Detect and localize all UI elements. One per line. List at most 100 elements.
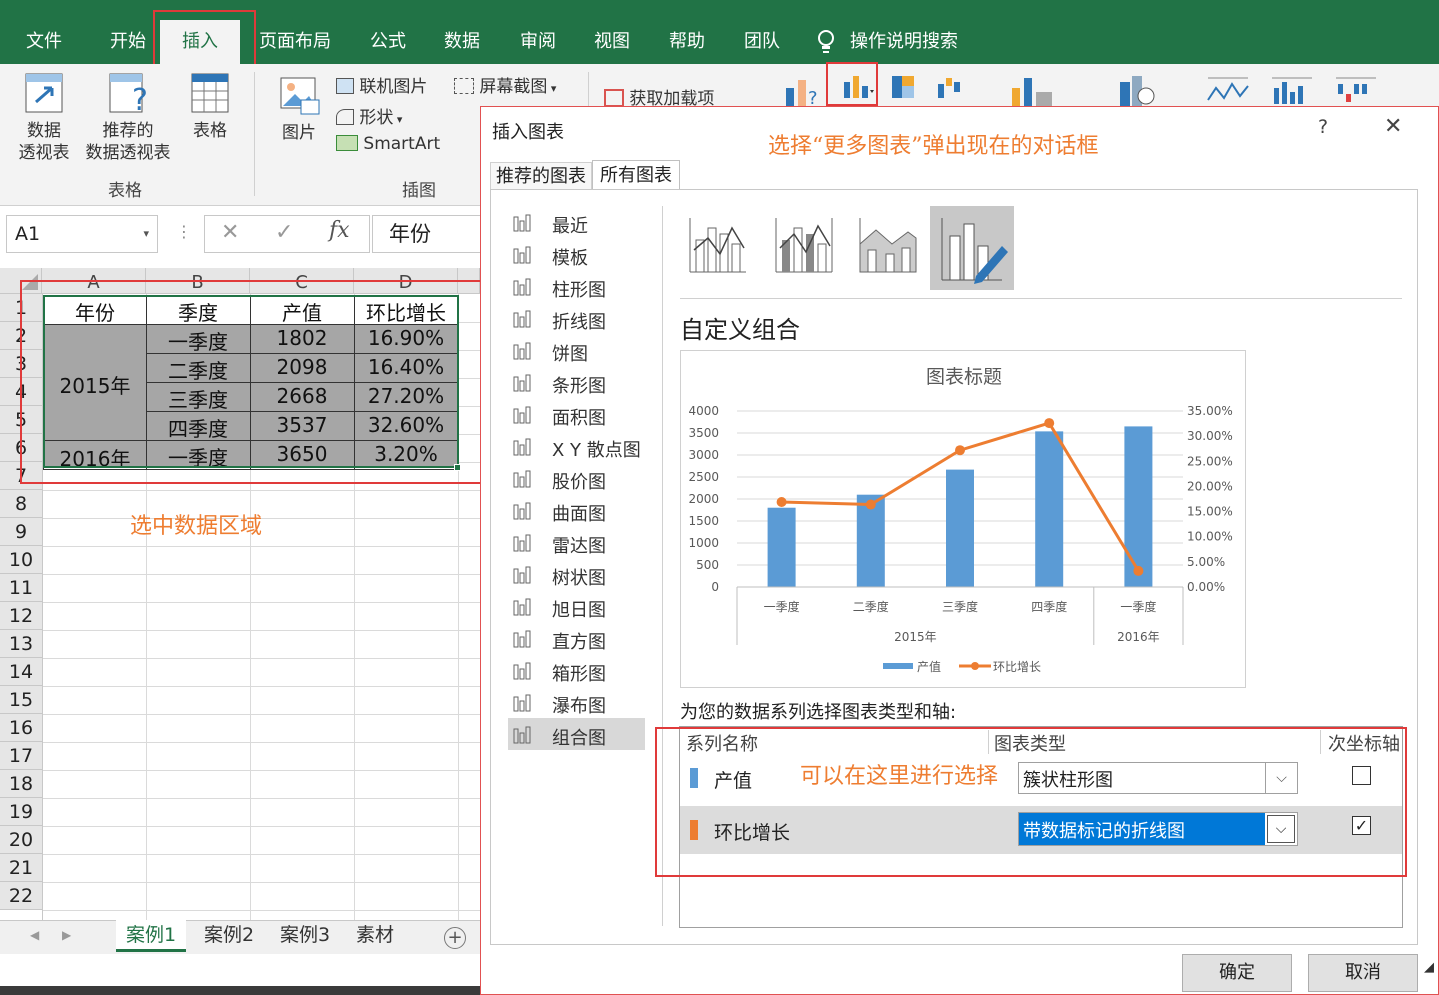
chart-category-sunburst[interactable]: 旭日图 — [552, 596, 606, 622]
ok-button[interactable]: 确定 — [1182, 954, 1292, 992]
combo-stacked-area-column-icon[interactable] — [856, 214, 920, 276]
cancel-button[interactable]: 取消 — [1308, 954, 1418, 992]
menu-formulas[interactable]: 公式 — [368, 27, 408, 57]
recommended-charts-icon[interactable]: ? — [784, 74, 824, 109]
formula-buttons: ✕ ✓ fx — [204, 215, 370, 253]
row-header[interactable]: 21 — [0, 854, 42, 882]
sparkline-winloss-icon[interactable] — [1334, 74, 1378, 106]
chart-category-pie[interactable]: 饼图 — [552, 340, 588, 366]
shapes-button[interactable]: 形状 ▾ — [336, 103, 402, 128]
menu-home[interactable]: 开始 — [106, 27, 150, 57]
hierarchy-chart-icon[interactable] — [890, 74, 926, 100]
tab-all-charts[interactable]: 所有图表 — [592, 160, 680, 190]
combo-custom-icon[interactable] — [930, 206, 1014, 290]
chart-title[interactable]: 图表标题 — [926, 366, 1002, 388]
tab-recommended-charts[interactable]: 推荐的图表 — [490, 162, 592, 190]
row-header[interactable]: 19 — [0, 798, 42, 826]
row-header[interactable]: 11 — [0, 574, 42, 602]
chart-category-recent[interactable]: 最近 — [552, 212, 588, 238]
menu-team[interactable]: 团队 — [742, 27, 782, 57]
smartart-button[interactable]: SmartArt — [336, 134, 440, 154]
table-button[interactable]: 表格 — [184, 72, 236, 142]
chart-category-combo[interactable]: 组合图 — [552, 724, 606, 750]
line-marker[interactable] — [1044, 418, 1055, 429]
chart-category-bar[interactable]: 条形图 — [552, 372, 606, 398]
row-header[interactable]: 18 — [0, 770, 42, 798]
recommended-pivot-button[interactable]: ? 推荐的 数据透视表 — [80, 72, 176, 164]
chart-category-column[interactable]: 柱形图 — [552, 276, 606, 302]
sheet-tab-active[interactable]: 案例1 — [116, 920, 186, 952]
chart-category-boxwhisker[interactable]: 箱形图 — [552, 660, 606, 686]
name-box[interactable]: A1 ▾ — [6, 215, 158, 253]
y2-tick-label: 25.00% — [1187, 454, 1233, 468]
menu-review[interactable]: 审阅 — [518, 27, 558, 57]
menu-view[interactable]: 视图 — [592, 27, 632, 57]
row-header[interactable]: 12 — [0, 602, 42, 630]
chart-category-surface[interactable]: 曲面图 — [552, 500, 606, 526]
add-sheet-icon[interactable]: + — [444, 927, 466, 949]
line-marker[interactable] — [865, 499, 876, 510]
bar-产值[interactable] — [767, 507, 796, 587]
line-marker[interactable] — [955, 445, 965, 456]
row-header[interactable]: 22 — [0, 882, 42, 910]
legend-label[interactable]: 环比增长 — [993, 660, 1041, 674]
line-marker[interactable] — [1133, 565, 1144, 576]
tell-me-search[interactable]: 操作说明搜索 — [848, 27, 960, 57]
combo-clustered-column-line-icon[interactable] — [686, 214, 750, 276]
sparkline-line-icon[interactable] — [1206, 74, 1250, 106]
row-header[interactable]: 13 — [0, 630, 42, 658]
row-header[interactable]: 10 — [0, 546, 42, 574]
picture-icon — [280, 77, 320, 115]
sparkline-column-icon[interactable] — [1270, 74, 1314, 106]
scroll-right-icon[interactable]: ▶ — [62, 928, 71, 942]
row-header[interactable]: 8 — [0, 490, 42, 518]
sheet-tab[interactable]: 素材 — [344, 920, 406, 952]
confirm-entry-icon[interactable]: ✓ — [275, 220, 293, 245]
waterfall-chart-icon[interactable] — [936, 74, 972, 100]
chart-category-waterfall[interactable]: 瀑布图 — [552, 692, 606, 718]
menu-help[interactable]: 帮助 — [667, 27, 707, 57]
chart-category-template[interactable]: 模板 — [552, 244, 588, 270]
bar-产值[interactable] — [1124, 426, 1153, 587]
chart-category-line[interactable]: 折线图 — [552, 308, 606, 334]
menu-data[interactable]: 数据 — [442, 27, 482, 57]
gridline-row — [42, 854, 480, 855]
x-tick-label: 三季度 — [942, 599, 978, 614]
formula-input[interactable]: 年份 — [372, 215, 482, 253]
insert-function-icon[interactable]: fx — [329, 218, 350, 243]
scroll-left-icon[interactable]: ◀ — [30, 928, 39, 942]
row-header[interactable]: 15 — [0, 686, 42, 714]
row-header[interactable]: 20 — [0, 826, 42, 854]
combo-chart-icon[interactable] — [1008, 74, 1056, 106]
combo-column-line-secondary-icon[interactable] — [772, 214, 836, 276]
name-box-dropdown-icon[interactable]: ▾ — [143, 216, 149, 252]
chart-category-scatter[interactable]: X Y 散点图 — [552, 436, 641, 462]
picture-button[interactable]: 图片 — [272, 72, 326, 144]
chart-category-histogram[interactable]: 直方图 — [552, 628, 606, 654]
sheet-tab[interactable]: 案例3 — [270, 920, 340, 952]
help-icon[interactable]: ? — [1318, 116, 1328, 138]
chart-category-area[interactable]: 面积图 — [552, 404, 606, 430]
row-header[interactable]: 9 — [0, 518, 42, 546]
close-icon[interactable]: ✕ — [1384, 114, 1402, 139]
pivot-table-button[interactable]: 数据 透视表 — [12, 72, 76, 164]
row-header[interactable]: 17 — [0, 742, 42, 770]
map-chart-icon[interactable] — [1116, 74, 1160, 106]
legend-label[interactable]: 产值 — [917, 659, 941, 674]
row-header[interactable]: 14 — [0, 658, 42, 686]
menu-page-layout[interactable]: 页面布局 — [256, 27, 334, 57]
chart-category-radar[interactable]: 雷达图 — [552, 532, 606, 558]
row-header[interactable]: 16 — [0, 714, 42, 742]
bar-产值[interactable] — [946, 469, 974, 587]
bar-产值[interactable] — [1035, 431, 1064, 587]
screenshot-button[interactable]: 屏幕截图 ▾ — [454, 72, 556, 97]
chart-preview[interactable]: 图表标题 4000 3500 3000 2500 2000 1500 1000 500 0 35.0… — [680, 350, 1246, 688]
line-marker[interactable] — [776, 497, 787, 508]
chart-category-stock[interactable]: 股价图 — [552, 468, 606, 494]
menu-file[interactable]: 文件 — [22, 27, 66, 57]
online-pictures-button[interactable]: 联机图片 — [336, 72, 427, 97]
cancel-entry-icon[interactable]: ✕ — [221, 220, 239, 245]
sheet-tab[interactable]: 案例2 — [194, 920, 264, 952]
chart-radar-icon — [512, 533, 534, 553]
chart-category-treemap[interactable]: 树状图 — [552, 564, 606, 590]
